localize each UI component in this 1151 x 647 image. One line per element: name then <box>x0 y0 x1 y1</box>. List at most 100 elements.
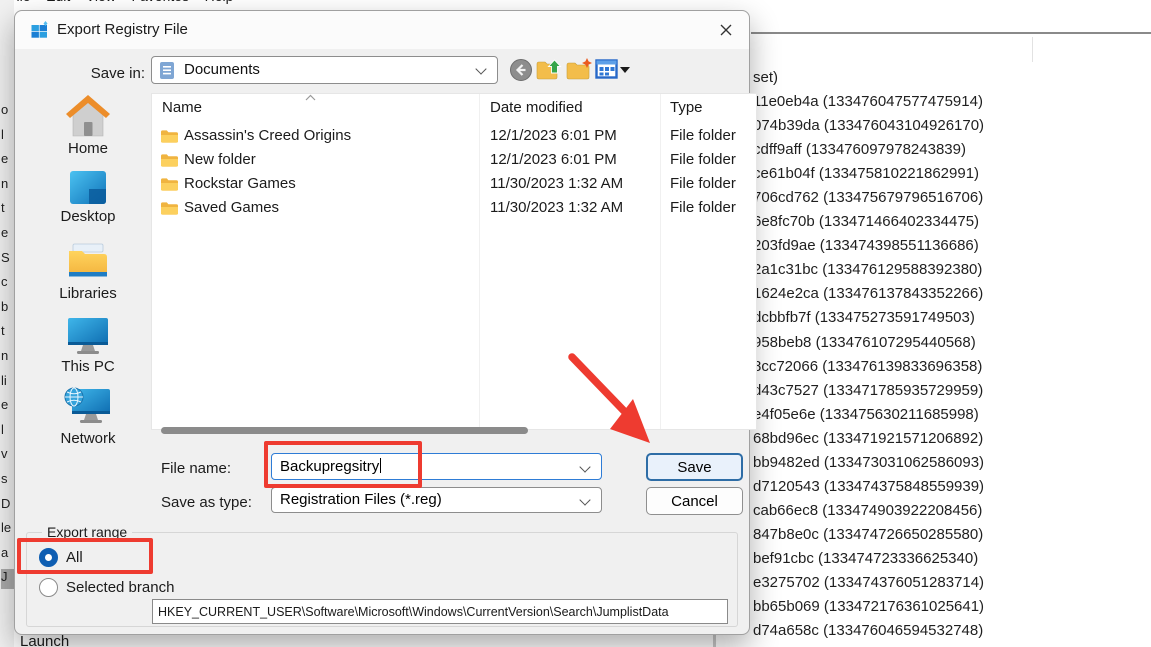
chevron-down-icon <box>475 63 486 74</box>
file-date: 11/30/2023 1:32 AM <box>490 172 623 196</box>
registry-value-fragment: dcbbfb7f (133475273591749503) <box>753 306 1151 330</box>
registry-tree-fragment: e <box>1 397 14 417</box>
folder-icon <box>160 201 178 216</box>
save-as-type-value: Registration Files (*.reg) <box>280 491 442 508</box>
file-list-rows: Assassin's Creed Origins 12/1/2023 6:01 … <box>152 124 756 220</box>
sidebar-item-label: Libraries <box>26 285 150 302</box>
save-button[interactable]: Save <box>646 453 743 481</box>
sidebar-item-this-pc[interactable]: This PC <box>26 315 150 375</box>
cancel-button[interactable]: Cancel <box>646 487 743 515</box>
registry-value-fragment: d74a658c (133476046594532748) <box>753 619 1151 643</box>
sidebar-item-desktop[interactable]: Desktop <box>26 169 150 225</box>
registry-value-fragment: bb65b069 (133472176361025641) <box>753 595 1151 619</box>
sidebar-item-home[interactable]: Home <box>26 93 150 157</box>
regedit-pane-divider <box>751 32 1151 34</box>
sidebar-item-libraries[interactable]: Libraries <box>26 241 150 302</box>
registry-value-fragment: 2a1c31bc (133476129588392380) <box>753 258 1151 282</box>
registry-tree-fragment: c <box>1 274 14 294</box>
registry-tree-fragment: J <box>1 569 14 589</box>
date-modified-column-header[interactable]: Date modified <box>490 99 583 116</box>
sidebar-item-label: Home <box>26 140 150 157</box>
home-icon <box>65 93 111 138</box>
radio-option-selected-branch[interactable]: Selected branch <box>39 577 174 597</box>
registry-tree-fragment: e <box>1 225 14 245</box>
export-range-label: Export range <box>42 524 132 540</box>
file-type: File folder <box>670 172 736 196</box>
file-date: 11/30/2023 1:32 AM <box>490 196 623 220</box>
registry-value-fragment: d43c7527 (133471785935729959) <box>753 379 1151 403</box>
network-icon <box>64 385 112 428</box>
registry-value-fragment: 8cc72066 (133476139833696358) <box>753 355 1151 379</box>
documents-icon <box>158 61 176 81</box>
file-name: Rockstar Games <box>184 172 296 196</box>
branch-path-value: HKEY_CURRENT_USER\Software\Microsoft\Win… <box>158 605 669 619</box>
registry-tree-fragment: s <box>1 471 14 491</box>
file-type: File folder <box>670 124 736 148</box>
dialog-titlebar: Export Registry File <box>15 11 749 49</box>
file-date: 12/1/2023 6:01 PM <box>490 124 617 148</box>
regedit-menubar-fragment: File Edit View Favorites Help <box>0 0 740 7</box>
save-in-combobox[interactable]: Documents <box>151 56 498 84</box>
sidebar-item-label: Network <box>26 430 150 447</box>
registry-value-fragment: 11e0eb4a (133476047577475914) <box>753 90 1151 114</box>
registry-tree-fragment: a <box>1 545 14 565</box>
horizontal-scrollbar[interactable] <box>161 427 528 434</box>
folder-icon <box>160 153 178 168</box>
registry-tree-fragment: l <box>1 422 14 442</box>
view-menu-button[interactable] <box>595 58 618 81</box>
sidebar-item-network[interactable]: Network <box>26 385 150 447</box>
registry-tree-fragment: l <box>1 127 14 147</box>
file-type: File folder <box>670 196 736 220</box>
close-button[interactable] <box>709 15 743 45</box>
file-name-label: File name: <box>161 460 231 477</box>
registry-tree-fragment: e <box>1 151 14 171</box>
close-icon <box>719 23 733 37</box>
file-list-row[interactable]: Assassin's Creed Origins 12/1/2023 6:01 … <box>152 124 756 148</box>
file-list-header: Name Date modified Type <box>152 94 756 121</box>
type-column-header[interactable]: Type <box>670 99 703 116</box>
desktop-icon <box>68 169 108 206</box>
radio-all-label: All <box>66 549 83 566</box>
back-button[interactable] <box>509 58 533 82</box>
registry-value-fragment: ce61b04f (133475810221862991) <box>753 162 1151 186</box>
file-name-combobox[interactable]: Backupregsitry <box>271 453 602 480</box>
registry-tree-fragment: S <box>1 250 14 270</box>
registry-value-fragment: 203fd9ae (133474398551136686) <box>753 234 1151 258</box>
registry-tree-fragment: b <box>1 299 14 319</box>
radio-checked-icon[interactable] <box>39 548 58 567</box>
view-menu-dropdown-arrow[interactable] <box>620 67 630 73</box>
this-pc-icon <box>66 315 110 356</box>
sort-ascending-icon <box>305 94 316 101</box>
file-list-row[interactable]: Rockstar Games 11/30/2023 1:32 AM File f… <box>152 172 756 196</box>
radio-selected-branch-label: Selected branch <box>66 579 174 596</box>
export-registry-file-dialog: Export Registry File Save in: Documents <box>14 10 750 635</box>
save-in-value: Documents <box>184 61 260 78</box>
file-name: Assassin's Creed Origins <box>184 124 351 148</box>
registry-tree-fragment: D <box>1 496 14 516</box>
registry-value-fragment: 847b8e0c (133474726650285580) <box>753 523 1151 547</box>
file-type: File folder <box>670 148 736 172</box>
file-name: New folder <box>184 148 256 172</box>
save-as-type-combobox[interactable]: Registration Files (*.reg) <box>271 487 602 513</box>
create-new-folder-button[interactable] <box>566 58 593 82</box>
radio-unchecked-icon[interactable] <box>39 578 58 597</box>
file-list: Name Date modified Type Assassin's Creed… <box>151 93 757 430</box>
file-list-row[interactable]: New folder 12/1/2023 6:01 PM File folder <box>152 148 756 172</box>
registry-tree-fragment: n <box>1 176 14 196</box>
branch-path-field[interactable]: HKEY_CURRENT_USER\Software\Microsoft\Win… <box>152 599 728 624</box>
regedit-column-separator <box>1032 37 1033 62</box>
regedit-menu-items: File Edit View Favorites Help <box>8 0 233 4</box>
folder-icon <box>160 177 178 192</box>
name-column-header[interactable]: Name <box>162 99 202 116</box>
registry-tree-fragment: t <box>1 323 14 343</box>
places-sidebar: Home Desktop <box>26 83 150 463</box>
registry-value-fragment: cdff9aff (133476097978243839) <box>753 138 1151 162</box>
registry-value-fragment: e4f05e6e (133475630211685998) <box>753 403 1151 427</box>
radio-option-all[interactable]: All <box>39 547 83 567</box>
folder-icon <box>160 129 178 144</box>
registry-tree-fragment: v <box>1 446 14 466</box>
chevron-down-icon <box>579 494 590 505</box>
file-list-row[interactable]: Saved Games 11/30/2023 1:32 AM File fold… <box>152 196 756 220</box>
registry-tree-fragment: o <box>1 102 14 122</box>
up-one-level-button[interactable] <box>536 58 563 82</box>
